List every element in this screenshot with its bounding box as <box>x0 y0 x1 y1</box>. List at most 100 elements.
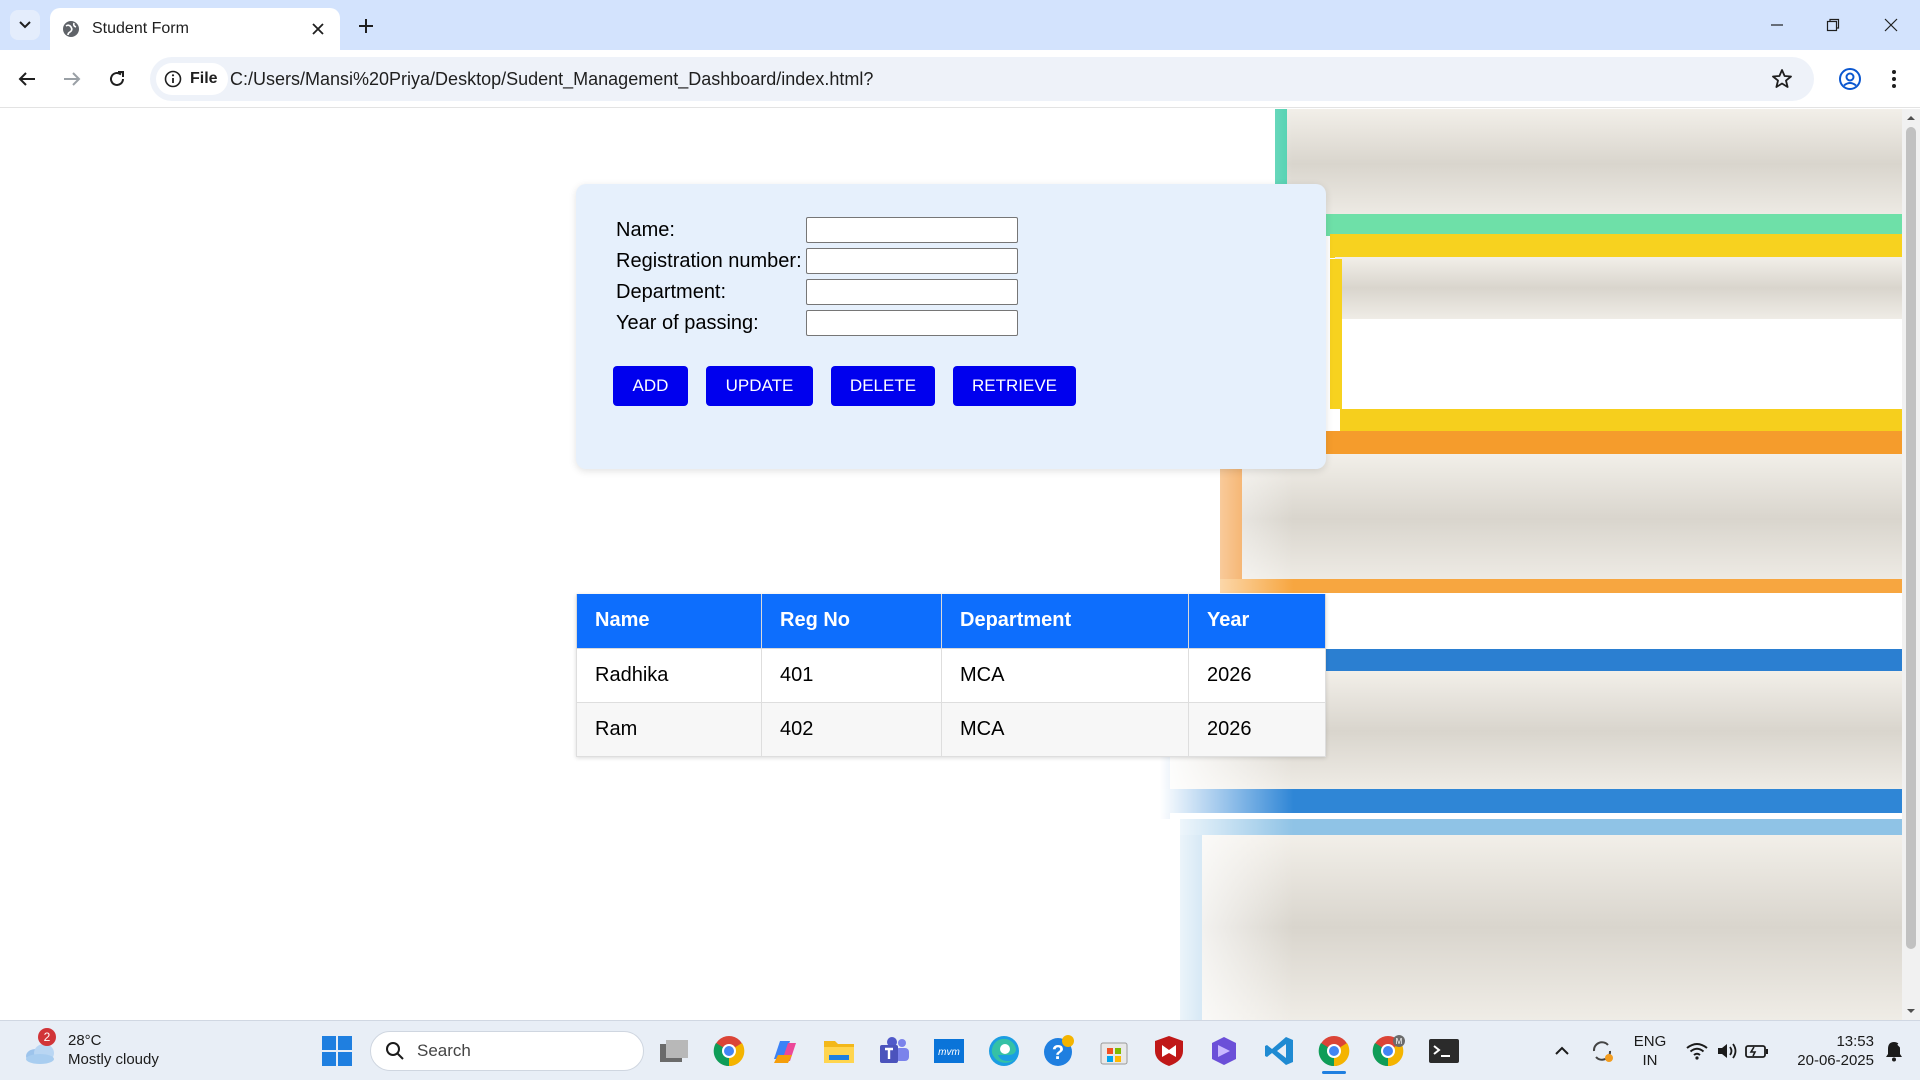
weather-notification-badge: 2 <box>38 1028 56 1046</box>
windows-taskbar: 2 28°C Mostly cloudy Search mvm ? M ENG … <box>0 1020 1920 1080</box>
url-text[interactable]: C:/Users/Mansi%20Priya/Desktop/Sudent_Ma… <box>230 69 873 90</box>
column-header-department: Department <box>941 594 1189 649</box>
taskbar-search-box[interactable]: Search <box>370 1031 644 1071</box>
file-explorer-icon[interactable] <box>821 1033 857 1069</box>
year-of-passing-input[interactable] <box>806 310 1018 336</box>
copilot-icon[interactable] <box>766 1033 802 1069</box>
bookmark-star-icon[interactable] <box>1770 67 1794 91</box>
forward-button[interactable] <box>56 63 88 95</box>
region-code: IN <box>1642 1052 1658 1069</box>
tab-search-button[interactable] <box>10 10 40 40</box>
column-header-name: Name <box>576 594 762 649</box>
minimize-button[interactable] <box>1762 10 1792 40</box>
table-header-row: Name Reg No Department Year <box>576 594 1326 649</box>
clock-time: 13:53 <box>1836 1033 1874 1050</box>
battery-icon[interactable] <box>1740 1033 1774 1069</box>
language-code: ENG <box>1633 1033 1667 1050</box>
tray-overflow-chevron-icon[interactable] <box>1544 1033 1580 1069</box>
site-chip-label: File <box>190 70 218 87</box>
registration-number-label: Registration number: <box>616 249 802 272</box>
retrieve-button[interactable]: RETRIEVE <box>953 366 1076 406</box>
cell-name: Ram <box>576 701 762 757</box>
profile-button[interactable] <box>1834 63 1866 95</box>
wifi-icon[interactable] <box>1680 1033 1714 1069</box>
scroll-up-arrow-icon[interactable] <box>1906 113 1916 123</box>
address-bar[interactable]: File C:/Users/Mansi%20Priya/Desktop/Sude… <box>150 57 1814 101</box>
chevron-down-icon <box>19 21 31 29</box>
update-button[interactable]: UPDATE <box>706 366 813 406</box>
notification-bell-icon[interactable] <box>1878 1033 1910 1069</box>
cell-department: MCA <box>941 647 1189 703</box>
form-row-year: Year of passing: <box>616 309 1018 337</box>
page-scrollbar[interactable] <box>1902 109 1920 1020</box>
more-vertical-icon <box>1892 70 1896 88</box>
scroll-down-arrow-icon[interactable] <box>1906 1006 1916 1016</box>
plus-icon <box>359 19 373 33</box>
cloud-icon: 2 <box>22 1028 58 1068</box>
svg-text:M: M <box>1396 1037 1403 1046</box>
browser-tab-bar: Student Form <box>0 0 1920 50</box>
app-launcher-icon[interactable]: mvm <box>931 1033 967 1069</box>
registration-number-input[interactable] <box>806 248 1018 274</box>
page-viewport: Name: Registration number: Department: Y… <box>0 109 1902 1020</box>
chrome-active-icon[interactable] <box>1316 1033 1352 1069</box>
task-view-icon[interactable] <box>656 1033 692 1069</box>
weather-text: 28°C Mostly cloudy <box>68 1031 159 1069</box>
arrow-left-icon <box>18 72 35 86</box>
cell-department: MCA <box>941 701 1189 757</box>
reload-icon <box>110 71 124 86</box>
table-row[interactable]: Radhika 401 MCA 2026 <box>576 647 1326 703</box>
browser-menu-button[interactable] <box>1878 63 1910 95</box>
scrollbar-thumb[interactable] <box>1906 127 1916 949</box>
table-row[interactable]: Ram 402 MCA 2026 <box>576 701 1326 757</box>
browser-tab[interactable]: Student Form <box>50 8 340 50</box>
students-table: Name Reg No Department Year Radhika 401 … <box>576 594 1326 757</box>
arrow-right-icon <box>64 72 81 86</box>
close-icon <box>312 23 324 35</box>
form-row-registration: Registration number: <box>616 247 1018 275</box>
terminal-icon[interactable] <box>1426 1033 1462 1069</box>
restore-icon <box>1826 18 1840 32</box>
new-tab-button[interactable] <box>352 12 380 40</box>
chrome-profile-icon[interactable]: M <box>1371 1033 1407 1069</box>
power-automate-icon[interactable] <box>1206 1033 1242 1069</box>
vscode-icon[interactable] <box>1261 1033 1297 1069</box>
help-icon[interactable]: ? <box>1041 1033 1077 1069</box>
microsoft-store-icon[interactable] <box>1096 1033 1132 1069</box>
volume-icon[interactable] <box>1710 1033 1744 1069</box>
add-button[interactable]: ADD <box>613 366 688 406</box>
close-icon <box>1884 18 1898 32</box>
minimize-icon <box>1771 24 1783 26</box>
weather-widget[interactable]: 2 28°C Mostly cloudy <box>22 1028 159 1069</box>
year-of-passing-label: Year of passing: <box>616 311 759 334</box>
reload-button[interactable] <box>101 63 133 95</box>
info-icon <box>164 70 182 88</box>
close-window-button[interactable] <box>1876 10 1906 40</box>
clock[interactable]: 13:53 20-06-2025 <box>1782 1032 1874 1070</box>
delete-button[interactable]: DELETE <box>831 366 935 406</box>
name-input[interactable] <box>806 217 1018 243</box>
mcafee-icon[interactable] <box>1151 1033 1187 1069</box>
search-placeholder: Search <box>417 1041 471 1060</box>
browser-toolbar: File C:/Users/Mansi%20Priya/Desktop/Sude… <box>0 50 1920 108</box>
name-label: Name: <box>616 218 675 241</box>
department-input[interactable] <box>806 279 1018 305</box>
sync-icon[interactable] <box>1584 1033 1620 1069</box>
profile-icon <box>1839 68 1861 90</box>
site-info-chip[interactable]: File <box>156 63 228 95</box>
svg-text:?: ? <box>1052 1042 1064 1064</box>
form-row-department: Department: <box>616 278 1018 306</box>
column-header-reg-no: Reg No <box>761 594 942 649</box>
tab-close-button[interactable] <box>308 19 328 39</box>
windows-start-icon[interactable] <box>320 1034 354 1068</box>
edge-icon[interactable] <box>986 1033 1022 1069</box>
teams-icon[interactable] <box>876 1033 912 1069</box>
language-indicator[interactable]: ENG IN <box>1628 1032 1672 1070</box>
cell-reg-no: 402 <box>761 701 942 757</box>
column-header-year: Year <box>1188 594 1326 649</box>
cell-year: 2026 <box>1188 701 1326 757</box>
clock-date: 20-06-2025 <box>1797 1052 1874 1069</box>
back-button[interactable] <box>11 63 43 95</box>
chrome-icon[interactable] <box>711 1033 747 1069</box>
restore-button[interactable] <box>1818 10 1848 40</box>
